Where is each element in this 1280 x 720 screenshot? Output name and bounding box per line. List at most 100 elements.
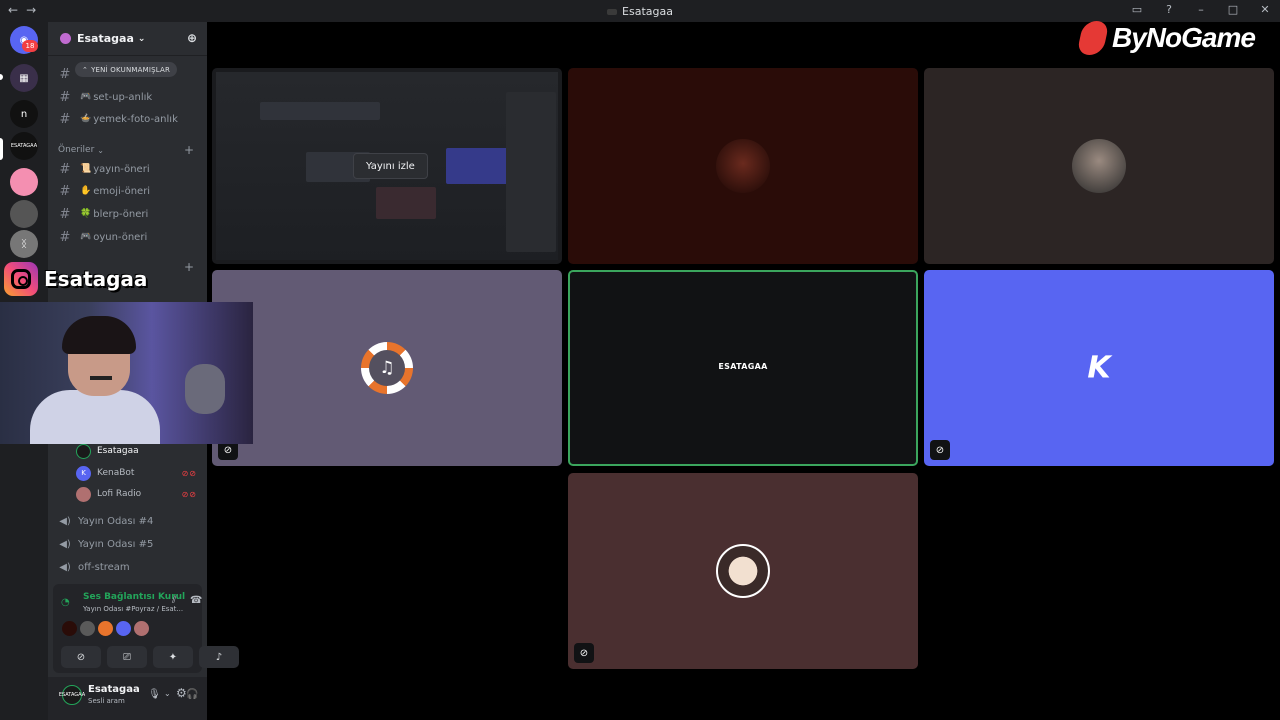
title-bar: ← → Esatagaa ▭ ? – □ ✕ — [0, 0, 1280, 22]
avatar[interactable] — [134, 621, 149, 636]
window-app-icon — [607, 9, 618, 15]
participant-tile-esatagaa[interactable]: ESATAGAA — [568, 270, 918, 466]
channel-yayin-oneri[interactable]: # 📜 yayın-öneri — [56, 159, 201, 179]
channel-emoji: 🍲 — [80, 114, 92, 124]
server-boost-icon — [60, 33, 71, 44]
screen-share-button[interactable]: ⎚ — [107, 646, 147, 668]
gear-icon[interactable]: ⚙ — [176, 686, 187, 700]
chevron-down-icon: ⌄ — [137, 33, 146, 44]
server-pill-active — [0, 138, 3, 160]
server-character-icon[interactable] — [10, 200, 38, 228]
server-n-icon[interactable]: n — [10, 100, 38, 128]
preview-panel — [446, 148, 508, 184]
hash-icon: # — [59, 66, 71, 82]
participant-tile-kenabot[interactable]: K ⊘ — [924, 270, 1274, 466]
bynogame-flame-icon — [1076, 21, 1110, 55]
channel-emoji: 📜 — [80, 164, 92, 174]
instagram-icon — [4, 262, 38, 296]
channel-set-up[interactable]: # 🎮 set-up-anlık — [56, 87, 201, 107]
voice-channel-off-stream[interactable]: ◀) off-stream — [56, 557, 201, 577]
channel-emoji: 🎮 — [80, 92, 92, 102]
voice-channel-label: Yayın Odası #5 — [78, 538, 154, 550]
participant-tile[interactable] — [568, 68, 918, 264]
add-channel-icon[interactable]: + — [184, 143, 194, 157]
voice-user-lofi-radio[interactable]: Lofi Radio ⊘⊘ — [76, 485, 201, 503]
voice-channel-yayin-5[interactable]: ◀) Yayın Odası #5 — [56, 534, 201, 554]
channel-emoji: ✋ — [80, 186, 92, 196]
channel-label: yemek-foto-anlık — [93, 113, 178, 125]
chevron-up-icon: ⌃ — [82, 65, 89, 74]
voice-user-esatagaa[interactable]: Esatagaa — [76, 442, 201, 460]
avatar[interactable] — [62, 621, 77, 636]
music-icon: ♫ — [361, 342, 413, 394]
channel-emoji-oneri[interactable]: # ✋ emoji-öneri — [56, 181, 201, 201]
webcam-person-body — [30, 390, 160, 444]
noise-suppression-icon[interactable]: ⫽ — [172, 595, 176, 606]
camera-off-button[interactable]: ⊘ — [61, 646, 101, 668]
voice-channel-yayin-4[interactable]: ◀) Yayın Odası #4 — [56, 511, 201, 531]
chevron-down-icon[interactable]: ⌄ — [164, 689, 171, 698]
server-guard-icon[interactable]: ᛝ — [10, 230, 38, 258]
channel-label: set-up-anlık — [93, 91, 153, 103]
notification-badge: 18 — [22, 40, 38, 52]
server-pill — [0, 74, 3, 80]
server-esatagaa-icon[interactable]: ESATAGAA — [10, 132, 38, 160]
headset-mic — [90, 376, 112, 380]
hash-icon: # — [59, 161, 71, 177]
help-icon[interactable]: ? — [1162, 3, 1176, 16]
participant-label: ESATAGAA — [718, 362, 768, 371]
category-label: Öneriler — [58, 145, 95, 155]
avatar[interactable] — [116, 621, 131, 636]
channel-label: blerp-öneri — [93, 208, 149, 220]
voice-room[interactable]: Yayın Odası #Poyraz / Esat... — [83, 605, 183, 613]
window-controls: ▭ ? – □ ✕ — [1130, 3, 1272, 16]
voice-channel-label: off-stream — [78, 561, 130, 573]
deafened-icon: ⊘⊘ — [181, 489, 197, 499]
watch-stream-button[interactable]: Yayını izle — [353, 153, 428, 179]
stream-tile[interactable]: Yayını izle — [212, 68, 562, 264]
soundboard-button[interactable]: ♪ — [199, 646, 239, 668]
voice-user-name: KenaBot — [97, 468, 135, 478]
music-note-icon: ♫ — [369, 350, 405, 386]
avatar[interactable] — [98, 621, 113, 636]
participant-tile[interactable]: ⊘ — [568, 473, 918, 669]
speaker-icon: ◀) — [59, 561, 71, 573]
channel-blerp-oneri[interactable]: # 🍀 blerp-öneri — [56, 204, 201, 224]
instagram-handle: Esatagaa — [44, 267, 148, 291]
server-anime-icon[interactable] — [10, 168, 38, 196]
activities-button[interactable]: ✦ — [153, 646, 193, 668]
server-folder-icon[interactable]: ▦ — [10, 64, 38, 92]
chevron-down-icon[interactable]: ⌄ — [153, 689, 160, 698]
channel-oyun-oneri[interactable]: # 🎮 oyun-öneri — [56, 227, 201, 247]
category-oneriler[interactable]: Öneriler ⌄ + — [58, 143, 198, 157]
voice-user-kenabot[interactable]: K KenaBot ⊘⊘ — [76, 464, 201, 482]
headphones-icon[interactable]: 🎧 — [186, 689, 198, 700]
channel-yemek-foto[interactable]: # 🍲 yemek-foto-anlık — [56, 109, 201, 129]
channel-emoji: 🎮 — [80, 232, 92, 242]
inbox-icon[interactable]: ▭ — [1130, 3, 1144, 16]
maximize-icon[interactable]: □ — [1226, 3, 1240, 16]
avatar[interactable]: ESATAGAA — [59, 685, 85, 705]
voice-channel-label: Yayın Odası #4 — [78, 515, 154, 527]
add-member-icon[interactable]: ⊕ — [187, 31, 197, 45]
minimize-icon[interactable]: – — [1194, 3, 1208, 16]
chevron-down-icon: ⌄ — [97, 145, 104, 155]
server-name: Esatagaa — [77, 32, 134, 45]
unread-pill[interactable]: ⌃ YENİ OKUNMAMIŞLAR — [75, 62, 178, 77]
bynogame-wordmark: ByNoGame — [1112, 22, 1256, 53]
webcam-person-hair — [62, 316, 136, 354]
channel-label: oyun-öneri — [93, 231, 148, 243]
channel-label: yayın-öneri — [93, 163, 150, 175]
voice-status[interactable]: Ses Bağlantısı Kuruldu — [83, 592, 185, 602]
disconnect-icon[interactable]: ☎ — [190, 595, 202, 606]
avatar — [76, 443, 91, 459]
instagram-overlay: Esatagaa — [0, 260, 200, 298]
user-name[interactable]: Esatagaa — [88, 684, 140, 695]
speaker-icon: ◀) — [59, 538, 71, 550]
server-header[interactable]: Esatagaa ⌄ ⊕ — [48, 22, 207, 56]
close-icon[interactable]: ✕ — [1258, 3, 1272, 16]
user-status: Sesli aram — [88, 697, 125, 705]
participant-tile-lofi-radio[interactable]: ♫ ⊘ — [212, 270, 562, 466]
avatar[interactable] — [80, 621, 95, 636]
participant-tile[interactable] — [924, 68, 1274, 264]
